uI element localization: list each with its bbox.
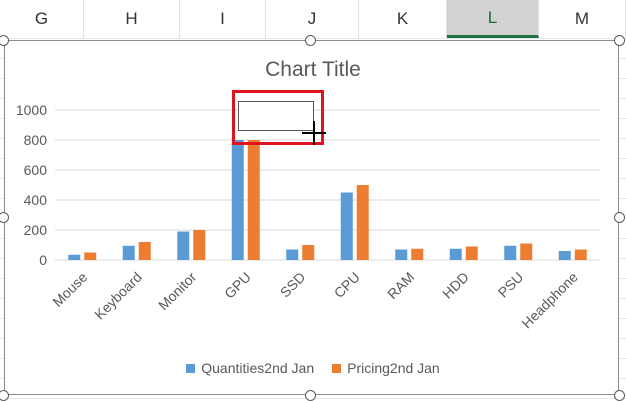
- bar-series1-monitor: [177, 231, 190, 260]
- bar-series2-headphone: [574, 249, 587, 260]
- y-tick-label-800: 800: [24, 132, 48, 148]
- legend-label-series-1: Quantities2nd Jan: [201, 360, 315, 376]
- legend-swatch-series-1: [186, 363, 196, 373]
- bar-series2-mouse: [84, 252, 97, 260]
- new-text-box[interactable]: [238, 101, 314, 131]
- legend-swatch-series-2: [332, 363, 342, 373]
- bar-series2-monitor: [193, 230, 206, 260]
- x-tick-label-keyboard: Keyboard: [91, 269, 145, 323]
- y-tick-label-600: 600: [24, 162, 48, 178]
- x-tick-label-gpu: GPU: [221, 269, 254, 302]
- bar-series2-ram: [411, 248, 424, 260]
- bar-series1-cpu: [340, 192, 353, 260]
- bar-series1-ssd: [286, 249, 299, 260]
- bar-series2-cpu: [356, 185, 369, 260]
- y-tick-label-1000: 1000: [16, 102, 47, 118]
- bar-series1-psu: [504, 245, 517, 260]
- x-tick-label-hdd: HDD: [439, 269, 472, 302]
- legend-label-series-2: Pricing2nd Jan: [347, 360, 440, 376]
- bar-series1-keyboard: [122, 245, 135, 260]
- x-tick-label-mouse: Mouse: [49, 269, 90, 310]
- bar-series2-hdd: [465, 246, 478, 260]
- y-tick-label-400: 400: [24, 192, 48, 208]
- x-tick-label-headphone: Headphone: [518, 269, 581, 332]
- y-tick-label-200: 200: [24, 222, 48, 238]
- x-tick-label-monitor: Monitor: [155, 269, 200, 314]
- x-tick-label-cpu: CPU: [331, 269, 363, 301]
- legend-item-series-2[interactable]: Pricing2nd Jan: [332, 360, 440, 376]
- bar-series1-gpu: [231, 140, 244, 260]
- bar-series2-gpu: [247, 140, 260, 260]
- x-tick-label-ram: RAM: [384, 269, 417, 302]
- chart-legend[interactable]: Quantities2nd Jan Pricing2nd Jan: [0, 360, 626, 376]
- bar-series1-headphone: [558, 251, 571, 260]
- bar-series2-ssd: [302, 245, 315, 260]
- x-tick-label-psu: PSU: [495, 269, 527, 301]
- bar-series1-mouse: [68, 254, 81, 260]
- legend-item-series-1[interactable]: Quantities2nd Jan: [186, 360, 314, 376]
- crosshair-vertical: [313, 121, 315, 145]
- x-tick-label-ssd: SSD: [277, 269, 309, 301]
- bar-series2-psu: [520, 243, 533, 260]
- bar-series1-hdd: [449, 248, 462, 260]
- bar-series1-ram: [395, 249, 408, 260]
- y-tick-label-0: 0: [39, 252, 47, 268]
- bar-series2-keyboard: [138, 242, 151, 260]
- chart-plot-area[interactable]: 0 200 400 600 800 1000 Mouse Keyboard Monitor GPU…: [0, 0, 626, 400]
